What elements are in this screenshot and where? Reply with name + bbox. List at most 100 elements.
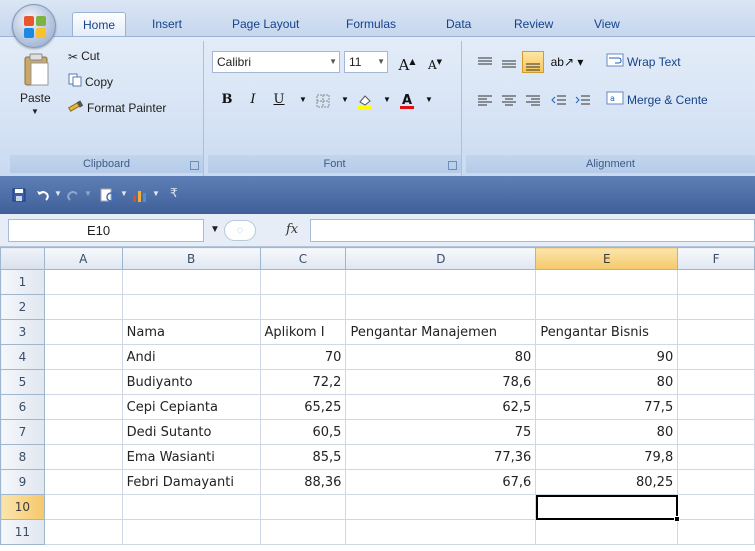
fill-color-button[interactable] [354, 89, 376, 111]
cell-D7[interactable]: 75 [345, 419, 537, 445]
copy-button[interactable]: Copy [68, 71, 113, 93]
column-header[interactable]: C [259, 247, 347, 270]
cell-A4[interactable] [43, 344, 123, 370]
wrap-text-button[interactable]: Wrap Text [606, 51, 681, 73]
paste-button[interactable]: Paste ▼ [16, 51, 60, 139]
align-right-button[interactable] [522, 89, 544, 111]
cell-E1[interactable] [535, 269, 679, 295]
cell-F10[interactable] [677, 494, 755, 520]
cell-A3[interactable] [43, 319, 123, 345]
cell-D10[interactable] [345, 494, 537, 520]
print-preview-icon[interactable] [100, 188, 118, 202]
name-box-dropdown-icon[interactable]: ▼ [210, 224, 220, 235]
formula-input[interactable] [310, 219, 755, 242]
column-header[interactable]: B [121, 247, 261, 270]
cell-E6[interactable]: 77,5 [535, 394, 679, 420]
column-header[interactable]: D [345, 247, 537, 270]
cell-B5[interactable]: Budiyanto [121, 369, 261, 395]
cell-E4[interactable]: 90 [535, 344, 679, 370]
cell-E5[interactable]: 80 [535, 369, 679, 395]
cell-C7[interactable]: 60,5 [259, 419, 347, 445]
cell-C11[interactable] [259, 519, 347, 545]
cell-C2[interactable] [259, 294, 347, 320]
cell-F2[interactable] [677, 294, 755, 320]
row-header[interactable]: 11 [0, 519, 45, 545]
customize-qat-icon[interactable]: ₹ [170, 186, 178, 200]
borders-button[interactable] [312, 89, 334, 111]
office-button[interactable] [12, 4, 56, 48]
cell-C6[interactable]: 65,25 [259, 394, 347, 420]
align-left-button[interactable] [474, 89, 496, 111]
chart-icon[interactable] [132, 188, 150, 202]
cell-B10[interactable] [121, 494, 261, 520]
formula-cancel-icon[interactable]: ◌ [224, 220, 256, 241]
row-header[interactable]: 6 [0, 394, 45, 420]
clipboard-dialog-launcher[interactable] [190, 161, 199, 170]
align-middle-button[interactable] [498, 51, 520, 73]
column-header-selected[interactable]: E [535, 247, 679, 270]
cell-B9[interactable]: Febri Damayanti [121, 469, 261, 495]
tab-page-layout[interactable]: Page Layout [222, 12, 309, 36]
cell-F3[interactable] [677, 319, 755, 345]
cell-E11[interactable] [535, 519, 679, 545]
row-header[interactable]: 8 [0, 444, 45, 470]
tab-home[interactable]: Home [72, 12, 127, 36]
cell-D1[interactable] [345, 269, 537, 295]
redo-icon[interactable] [66, 188, 80, 202]
cell-A9[interactable] [43, 469, 123, 495]
bold-button[interactable]: B [216, 89, 238, 111]
cell-D6[interactable]: 62,5 [345, 394, 537, 420]
cell-A11[interactable] [43, 519, 123, 545]
cell-A7[interactable] [43, 419, 123, 445]
cell-D11[interactable] [345, 519, 537, 545]
cell-D5[interactable]: 78,6 [345, 369, 537, 395]
cell-E7[interactable]: 80 [535, 419, 679, 445]
orientation-button[interactable]: ab↗ ▾ [550, 51, 584, 73]
cell-C5[interactable]: 72,2 [259, 369, 347, 395]
cell-D3[interactable]: Pengantar Manajemen [345, 319, 537, 345]
cell-B4[interactable]: Andi [121, 344, 261, 370]
underline-button[interactable]: U [268, 89, 290, 111]
cell-B2[interactable] [121, 294, 261, 320]
cell-F6[interactable] [677, 394, 755, 420]
tab-review[interactable]: Review [504, 12, 563, 36]
row-header[interactable]: 7 [0, 419, 45, 445]
column-header[interactable]: A [43, 247, 123, 270]
save-icon[interactable] [12, 188, 26, 202]
row-header[interactable]: 9 [0, 469, 45, 495]
cell-A5[interactable] [43, 369, 123, 395]
cell-F9[interactable] [677, 469, 755, 495]
cell-D2[interactable] [345, 294, 537, 320]
cell-A8[interactable] [43, 444, 123, 470]
cell-F8[interactable] [677, 444, 755, 470]
cell-C3[interactable]: Aplikom I [259, 319, 347, 345]
cell-C1[interactable] [259, 269, 347, 295]
cell-B6[interactable]: Cepi Cepianta [121, 394, 261, 420]
grow-font-button[interactable]: A▲ [394, 51, 420, 74]
font-color-button[interactable]: A [396, 89, 418, 111]
cell-D8[interactable]: 77,36 [345, 444, 537, 470]
tab-data[interactable]: Data [436, 12, 481, 36]
cell-B8[interactable]: Ema Wasianti [121, 444, 261, 470]
font-size-combo[interactable]: 11 ▼ [344, 51, 388, 73]
row-header[interactable]: 1 [0, 269, 45, 295]
format-painter-button[interactable]: Format Painter [67, 97, 166, 119]
tab-formulas[interactable]: Formulas [336, 12, 406, 36]
italic-button[interactable]: I [242, 89, 264, 111]
cell-B1[interactable] [121, 269, 261, 295]
align-center-button[interactable] [498, 89, 520, 111]
cell-E3[interactable]: Pengantar Bisnis [535, 319, 679, 345]
cell-A2[interactable] [43, 294, 123, 320]
chart-dropdown-icon[interactable]: ▼ [152, 189, 160, 198]
tab-insert[interactable]: Insert [142, 12, 192, 36]
cell-C8[interactable]: 85,5 [259, 444, 347, 470]
cell-D9[interactable]: 67,6 [345, 469, 537, 495]
font-name-combo[interactable]: Calibri ▼ [212, 51, 340, 73]
shrink-font-button[interactable]: A▼ [422, 51, 448, 73]
cell-E9[interactable]: 80,25 [535, 469, 679, 495]
cell-F7[interactable] [677, 419, 755, 445]
row-header[interactable]: 4 [0, 344, 45, 370]
align-top-button[interactable] [474, 51, 496, 73]
cell-B11[interactable] [121, 519, 261, 545]
cut-button[interactable]: ✂ Cut [68, 45, 100, 67]
